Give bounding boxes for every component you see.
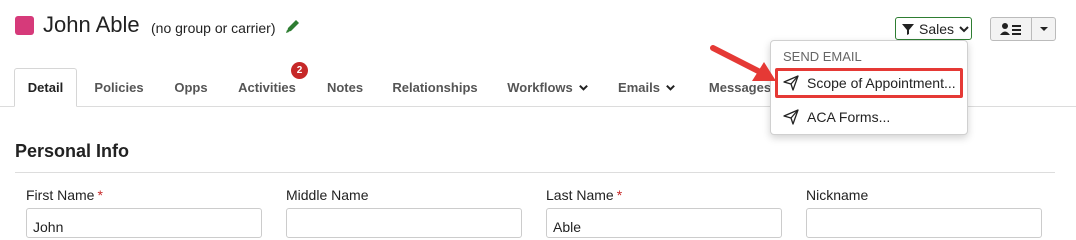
tab-notes[interactable]: Notes — [318, 68, 372, 106]
user-list-button[interactable] — [991, 18, 1032, 40]
last-name-field[interactable]: Able — [546, 208, 782, 238]
contact-color-swatch — [15, 16, 34, 35]
filter-icon — [902, 23, 914, 35]
middle-name-field[interactable] — [286, 208, 522, 238]
tab-label: Activities — [238, 79, 296, 95]
menu-item-label: ACA Forms... — [807, 109, 891, 125]
send-email-menu: SEND EMAIL Scope of Appointment... ACA F… — [770, 40, 968, 135]
menu-item-label: Scope of Appointment... — [807, 75, 956, 91]
chevron-down-icon — [578, 84, 588, 91]
tab-label: Relationships — [392, 79, 478, 95]
chevron-down-icon — [959, 25, 969, 32]
tab-policies[interactable]: Policies — [86, 68, 152, 106]
caret-down-icon — [1039, 27, 1048, 31]
nickname-field[interactable] — [806, 208, 1042, 238]
contact-name: John Able — [43, 12, 140, 37]
sales-label: Sales — [919, 20, 955, 37]
tab-label: Detail — [27, 80, 64, 95]
tab-label: Policies — [94, 79, 144, 95]
menu-header: SEND EMAIL — [783, 49, 862, 64]
chevron-down-icon — [666, 84, 675, 91]
menu-item-scope-of-appointment[interactable]: Scope of Appointment... — [775, 68, 963, 98]
tab-label: Opps — [174, 79, 208, 95]
activities-count-badge: 2 — [291, 62, 308, 79]
nickname-label: Nickname — [806, 187, 868, 203]
tab-detail[interactable]: Detail — [14, 68, 77, 107]
paper-plane-icon — [783, 75, 799, 91]
user-menu-caret[interactable] — [1032, 18, 1055, 40]
sales-dropdown-button[interactable]: Sales — [895, 17, 972, 40]
last-name-label: Last Name * — [546, 187, 622, 203]
first-name-label: First Name * — [26, 187, 103, 203]
tab-relationships[interactable]: Relationships — [387, 68, 483, 106]
required-marker: * — [616, 187, 623, 203]
field-label-text: Nickname — [806, 187, 869, 203]
tab-emails[interactable]: Emails — [612, 68, 682, 106]
pencil-icon[interactable] — [284, 17, 302, 35]
section-divider — [15, 172, 1055, 173]
first-name-field[interactable]: John — [26, 208, 262, 238]
user-list-icon — [1000, 23, 1021, 35]
paper-plane-icon — [783, 109, 799, 125]
middle-name-label: Middle Name — [286, 187, 368, 203]
field-label-text: First Name — [26, 187, 95, 203]
section-title: Personal Info — [15, 141, 130, 161]
user-menu-button[interactable] — [990, 17, 1056, 41]
tab-workflows[interactable]: Workflows — [500, 68, 596, 106]
required-marker: * — [97, 187, 103, 203]
menu-item-aca-forms[interactable]: ACA Forms... — [775, 102, 963, 132]
tab-opps[interactable]: Opps — [165, 68, 217, 106]
tab-label: Emails — [618, 79, 660, 95]
field-label-text: Last Name — [546, 187, 614, 203]
tab-label: Workflows — [507, 79, 573, 95]
annotation-arrow — [710, 45, 776, 81]
group-carrier-text: (no group or carrier) — [151, 20, 276, 36]
field-label-text: Middle Name — [286, 187, 369, 203]
tab-label: Notes — [326, 79, 364, 95]
